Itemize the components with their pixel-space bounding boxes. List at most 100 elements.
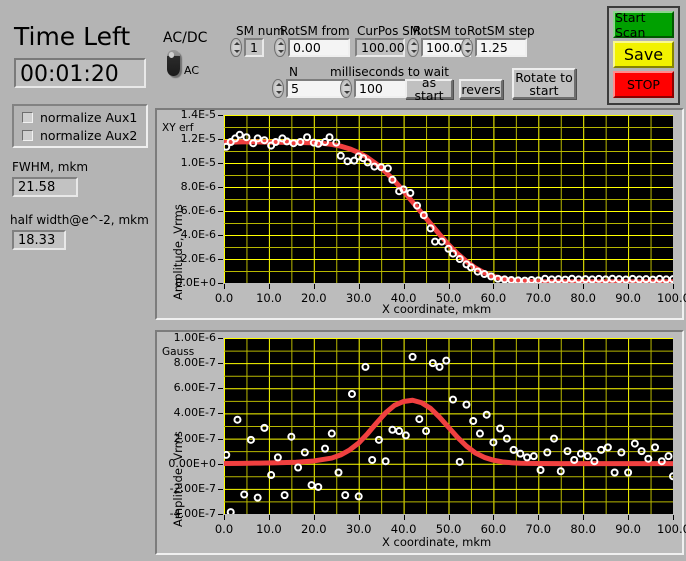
x-tick-label: 0.0 — [214, 291, 234, 305]
top-graph-plot-area[interactable] — [224, 115, 673, 283]
bottom-graph-data-point — [415, 415, 424, 424]
bottom-graph-data-point — [314, 482, 323, 491]
top-graph-data-point — [615, 275, 624, 283]
sm-num-control[interactable]: 1 — [230, 38, 264, 57]
x-tick-label: 10.0 — [256, 522, 282, 536]
bottom-graph-data-point — [422, 427, 431, 436]
top-graph-data-point — [253, 134, 262, 143]
top-graph-data-point — [541, 274, 550, 283]
checkbox-normalize-aux2[interactable]: normalize Aux2 — [22, 127, 137, 143]
bottom-graph-data-point — [347, 389, 356, 398]
rotsm-from-control[interactable]: 0.00 — [274, 38, 350, 57]
top-graph-data-point — [642, 275, 651, 283]
as-start-button[interactable]: as start — [405, 76, 453, 102]
top-graph-xlabel: X coordinate, mkm — [382, 302, 492, 316]
top-graph-data-point — [594, 274, 603, 283]
bottom-graph-data-point — [624, 468, 633, 477]
ms-wait-spinner[interactable] — [340, 79, 352, 98]
bottom-graph-data-point — [543, 448, 552, 457]
bottom-graph-data-point — [408, 352, 417, 361]
y-tick-mark — [218, 259, 223, 260]
n-control[interactable]: 5 — [272, 79, 348, 98]
bottom-graph-data-point — [401, 431, 410, 440]
top-graph-data-point — [406, 189, 415, 197]
bottom-graph-data-point — [300, 448, 309, 457]
stop-button[interactable]: STOP — [613, 71, 674, 98]
y-tick-label: 8.0E-6 — [180, 180, 216, 193]
x-tick-label: 30.0 — [345, 522, 372, 536]
x-tick-mark — [628, 515, 630, 520]
y-tick-mark — [218, 235, 223, 236]
y-tick-label: 6.0E-6 — [180, 204, 216, 217]
bottom-graph-data-point — [307, 481, 316, 490]
bottom-graph-panel[interactable]: Gauss Amplitude, Vrms -4.00E-7 -2.00E-7 0.… — [155, 330, 686, 555]
x-tick-label: 90.0 — [615, 522, 641, 536]
top-graph-data-point — [343, 157, 352, 166]
bottom-graph-data-point — [260, 423, 269, 432]
top-graph-data-point — [581, 275, 590, 283]
rotsm-to-label: RotSM to — [413, 24, 467, 38]
y-tick-mark — [218, 139, 223, 140]
rotsm-step-control[interactable]: 1.25 — [461, 38, 527, 57]
acdc-state-label: AC — [184, 64, 200, 77]
y-tick-mark — [218, 463, 223, 465]
rotsm-step-spinner[interactable] — [461, 38, 473, 57]
n-spinner[interactable] — [272, 79, 284, 98]
bottom-graph-data-point — [226, 508, 235, 514]
checkbox-box-aux1[interactable] — [22, 111, 33, 123]
y-tick-label: 4.00E-7 — [173, 406, 216, 420]
x-tick-mark — [583, 515, 585, 520]
top-graph-panel[interactable]: XY erf Amplitude, Vrms 0.0E+0 2.0E-6 4.0E-… — [155, 108, 686, 320]
bottom-graph-data-point — [550, 434, 559, 443]
bottom-graph-plot-area[interactable] — [224, 338, 673, 514]
revers-button[interactable]: revers — [459, 79, 503, 99]
bottom-graph-data-point — [637, 447, 646, 456]
fwhm-value: 21.58 — [12, 177, 78, 197]
x-tick-mark — [673, 284, 674, 289]
sm-num-spinner[interactable] — [230, 38, 242, 57]
x-tick-label: 20.0 — [300, 291, 327, 305]
rotsm-from-label: RotSM from — [280, 24, 350, 38]
curpos-sm-label: CurPos SM — [357, 24, 421, 38]
sm-num-value[interactable]: 1 — [244, 38, 264, 57]
bottom-graph-data-point — [435, 362, 444, 371]
time-left-display: 00:01:20 — [14, 58, 146, 88]
checkbox-label-aux2: normalize Aux2 — [40, 127, 138, 143]
y-tick-mark — [218, 115, 223, 116]
bottom-graph-data-point — [570, 455, 579, 464]
rotate-to-start-button[interactable]: Rotate to start — [512, 68, 576, 99]
rotsm-from-value[interactable]: 0.00 — [288, 38, 350, 57]
bottom-graph-data-point — [388, 425, 397, 434]
checkbox-normalize-aux1[interactable]: normalize Aux1 — [22, 109, 137, 125]
x-tick-label: 40.0 — [390, 522, 417, 536]
ms-wait-value[interactable]: 100 — [354, 79, 410, 98]
y-tick-mark — [218, 187, 223, 188]
rotsm-from-spinner[interactable] — [274, 38, 286, 57]
x-tick-label: 0.0 — [214, 522, 234, 536]
checkbox-box-aux2[interactable] — [22, 129, 33, 141]
bottom-graph-svg — [224, 338, 673, 514]
n-value[interactable]: 5 — [286, 79, 348, 98]
bottom-graph-data-point — [273, 453, 282, 462]
y-tick-label: 2.0E-6 — [180, 252, 216, 265]
time-left-title: Time Left — [14, 22, 131, 51]
y-tick-mark — [218, 388, 223, 390]
rotsm-step-value[interactable]: 1.25 — [475, 38, 527, 57]
start-scan-button[interactable]: Start Scan — [613, 10, 674, 40]
bottom-graph-data-point — [280, 491, 289, 500]
rotsm-to-spinner[interactable] — [407, 38, 419, 57]
x-tick-mark — [538, 515, 540, 520]
ms-wait-control[interactable]: 100 — [340, 79, 410, 98]
bottom-graph-data-point — [361, 362, 370, 371]
bottom-graph-data-point — [374, 435, 383, 444]
x-tick-mark — [673, 515, 674, 520]
y-tick-label: 8.00E-7 — [173, 356, 216, 370]
x-tick-mark — [583, 284, 585, 289]
bottom-graph-data-point — [267, 471, 276, 480]
x-tick-mark — [628, 284, 630, 289]
y-tick-label: 0.00E+0 — [168, 456, 216, 470]
checkbox-label-aux1: normalize Aux1 — [40, 109, 138, 125]
bottom-graph-data-point — [630, 439, 639, 448]
acdc-toggle-switch[interactable] — [167, 50, 180, 76]
save-button[interactable]: Save — [613, 41, 674, 68]
